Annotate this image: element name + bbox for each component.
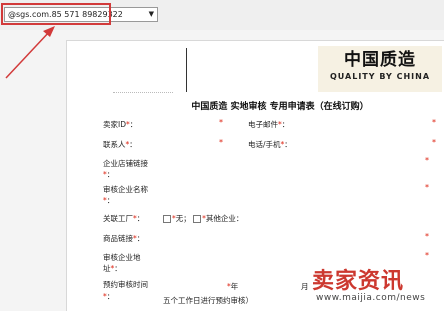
- company-name-label: 审核企业名称: [103, 185, 148, 194]
- required-mark: *: [425, 183, 429, 192]
- product-link-label: 商品链接*：: [103, 234, 145, 243]
- required-mark: *: [432, 138, 436, 147]
- shop-logo-placeholder: [105, 42, 187, 94]
- address-label: 审核企业地: [103, 253, 141, 262]
- form-title: 中国质造 实地审核 专用申请表（在线订购）: [191, 102, 369, 112]
- shop-link-label: 企业店铺链接: [103, 159, 148, 168]
- required-mark: *: [425, 232, 429, 241]
- required-mark: *: [219, 118, 223, 127]
- highlight-annotation-box: [1, 3, 111, 25]
- schedule-year-label: *年: [227, 282, 239, 291]
- watermark-text: 卖家资讯: [312, 269, 405, 294]
- required-mark: *: [432, 118, 436, 127]
- email-label: 电子邮件*：: [248, 120, 290, 129]
- required-mark: *: [425, 156, 429, 165]
- shop-link-label-suffix: *：: [103, 170, 115, 179]
- seller-id-label: 卖家ID*：: [103, 120, 138, 129]
- other-company-checkbox[interactable]: [193, 215, 202, 223]
- related-factory-label: 关联工厂*：: [103, 214, 145, 223]
- chevron-down-icon[interactable]: ▼: [149, 8, 154, 21]
- brand-name-cn: 中国质造: [344, 50, 416, 70]
- none-checkbox[interactable]: [163, 215, 171, 223]
- required-mark: *: [425, 251, 429, 260]
- schedule-label: 预约审核时间: [103, 280, 148, 289]
- contact-person-label: 联系人*：: [103, 140, 137, 149]
- quality-by-china-logo: 中国质造 QUALITY BY CHINA: [318, 46, 442, 92]
- address-label-suffix: 址*：: [103, 264, 122, 273]
- company-name-label-suffix: *：: [103, 196, 115, 205]
- phone-label: 电话/手机*：: [248, 140, 292, 149]
- related-factory-options: *无； *其他企业：: [163, 213, 243, 224]
- schedule-month-label: 月: [301, 282, 309, 291]
- schedule-notice: 五个工作日进行预约审核）: [163, 296, 253, 305]
- watermark-url: www.maijia.com/news: [316, 293, 426, 303]
- brand-name-en: QUALITY BY CHINA: [329, 72, 431, 81]
- required-mark: *: [219, 138, 223, 147]
- schedule-label-suffix: *：: [103, 292, 115, 301]
